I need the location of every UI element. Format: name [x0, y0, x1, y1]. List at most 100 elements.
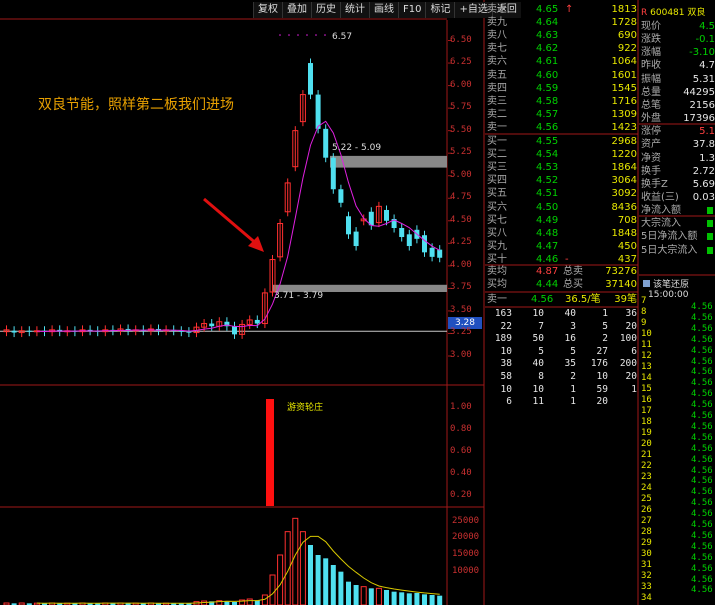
tick-count: 33: [641, 582, 652, 592]
tick-price: 4.56: [691, 585, 713, 596]
volume-bar: [360, 586, 367, 605]
annotation-text: 双良节能，照样第二板我们进场: [38, 97, 234, 113]
price-axis-label: 5.25: [450, 147, 472, 158]
orderbook-row[interactable]: 卖三 4.58 1716: [487, 95, 637, 108]
orderbook-row[interactable]: 买五 4.51 3092: [487, 187, 637, 200]
orderbook-row[interactable]: 卖九 4.64 1728: [487, 16, 637, 29]
volume-bar: [308, 545, 313, 605]
quote-row: 总量 44295: [641, 86, 715, 99]
orderbook-row[interactable]: 买一 4.55 2968: [487, 135, 637, 148]
tick-price: 4.56: [691, 476, 713, 487]
tick-count: 25: [641, 494, 652, 504]
trade-cell: 10: [500, 383, 512, 395]
stock-header: R 600481 双良: [641, 5, 705, 18]
quote-value: 0.03: [692, 191, 715, 203]
tick-count: 34: [641, 593, 652, 603]
orderbook-row[interactable]: 买七 4.49 708: [487, 214, 637, 227]
tick-count: 10: [641, 329, 652, 339]
level-label: 卖十: [487, 4, 507, 15]
tick-count: 27: [641, 516, 652, 526]
flow-bar: [707, 207, 713, 215]
trade-cell: 1: [570, 383, 576, 395]
toolbar-button[interactable]: 历史: [311, 2, 340, 18]
trade-row: 163 10 40 1 36: [487, 308, 637, 320]
volume-bar: [368, 588, 374, 605]
quote-value: 5.69: [692, 178, 715, 190]
orderbook-row[interactable]: 买八 4.48 1848: [487, 227, 637, 240]
quote-label: 昨收: [641, 60, 661, 72]
orderbook-row[interactable]: 买二 4.54 1220: [487, 148, 637, 161]
toolbar-button[interactable]: 叠加: [282, 2, 311, 18]
trade-cell: 2: [602, 333, 608, 345]
trade-cell: 189: [494, 333, 512, 345]
summary-label: 买均: [487, 279, 507, 290]
level-qty: 1601: [611, 69, 637, 81]
tick-count: 8: [641, 307, 647, 317]
level-label: 买六: [487, 201, 507, 213]
orderbook-row[interactable]: 买九 4.47 450: [487, 240, 637, 253]
volume-ma-line: [36, 535, 440, 604]
orderbook-row[interactable]: 卖六 4.61 1064: [487, 55, 637, 68]
trade-cell: 5: [602, 320, 608, 332]
orderbook-row[interactable]: 卖五 4.60 1601: [487, 69, 637, 82]
orderbook-row[interactable]: 卖十 4.65 ↑ 1813: [487, 3, 637, 16]
level-price: 4.63: [536, 30, 559, 42]
trade-cell: 11: [532, 396, 544, 408]
tick-count: 26: [641, 505, 652, 515]
volume-bar: [353, 585, 359, 605]
quote-label: 换手Z: [641, 178, 668, 190]
tick-count-row: 15: [641, 384, 661, 395]
trade-header-volume: 36.5/笔: [565, 294, 601, 305]
orderbook-row[interactable]: 买三 4.53 1864: [487, 161, 637, 174]
price-axis-label: 3.25: [450, 327, 472, 338]
volume-bar: [346, 581, 351, 605]
quote-value: 37.8: [692, 139, 715, 151]
trade-cell: 6: [631, 345, 637, 357]
candle: [26, 330, 32, 332]
stock-code: 600481: [650, 8, 685, 18]
level-price: 4.60: [536, 69, 559, 81]
toolbar-button[interactable]: 统计: [340, 2, 369, 18]
trade-cell: 35: [564, 358, 576, 370]
tick-price: 4.56: [691, 454, 713, 465]
chart-toolbar: 复权 叠加 历史 统计 画线 F10 标记 +自选 返回: [253, 2, 521, 18]
orderbook-row[interactable]: 卖一 4.56 1423: [487, 121, 637, 134]
price-axis-label: 4.75: [450, 192, 472, 203]
tick-count: 29: [641, 538, 652, 548]
orderbook-row[interactable]: 买十 4.46- 437: [487, 253, 637, 266]
toolbar-button[interactable]: 标记: [425, 2, 455, 18]
price-axis-label: 6.25: [450, 57, 472, 68]
marker-dot: [306, 34, 308, 36]
tick-price: 4.56: [691, 356, 713, 367]
flow-bar: [707, 220, 713, 228]
quote-value: -0.1: [695, 34, 715, 46]
trade-cell: 10: [532, 383, 544, 395]
quote-row: 资产 37.8: [641, 138, 715, 151]
orderbook-row[interactable]: 卖七 4.62 922: [487, 42, 637, 55]
toolbar-button[interactable]: F10: [398, 2, 426, 18]
level-price: 4.57: [536, 108, 559, 120]
marker-dot: [315, 34, 317, 36]
candle: [308, 63, 313, 95]
quote-value: 2.72: [692, 165, 715, 177]
level-qty: 1064: [611, 56, 637, 68]
orderbook-row[interactable]: 卖八 4.63 690: [487, 29, 637, 42]
stock-badge: R: [641, 8, 648, 18]
quote-label: 总笔: [641, 99, 661, 111]
toolbar-button[interactable]: 画线: [369, 2, 398, 18]
volume-bar: [315, 555, 321, 605]
marker-dot: [297, 34, 299, 36]
orderbook-row[interactable]: 卖二 4.57 1309: [487, 108, 637, 121]
tick-price: 4.56: [691, 465, 713, 476]
orderbook-row[interactable]: 卖四 4.59 1545: [487, 82, 637, 95]
trade-cell: 20: [625, 320, 637, 332]
candle: [399, 228, 405, 238]
tick-price: 4.56: [691, 345, 713, 356]
trade-cell: 38: [500, 358, 512, 370]
orderbook-row[interactable]: 买六 4.50 8436: [487, 201, 637, 214]
toolbar-button[interactable]: 复权: [253, 2, 282, 18]
quote-label: 换手: [641, 165, 661, 177]
tick-count-row: 27: [641, 516, 661, 527]
orderbook-row[interactable]: 买四 4.52 3064: [487, 174, 637, 187]
candle: [330, 157, 336, 190]
